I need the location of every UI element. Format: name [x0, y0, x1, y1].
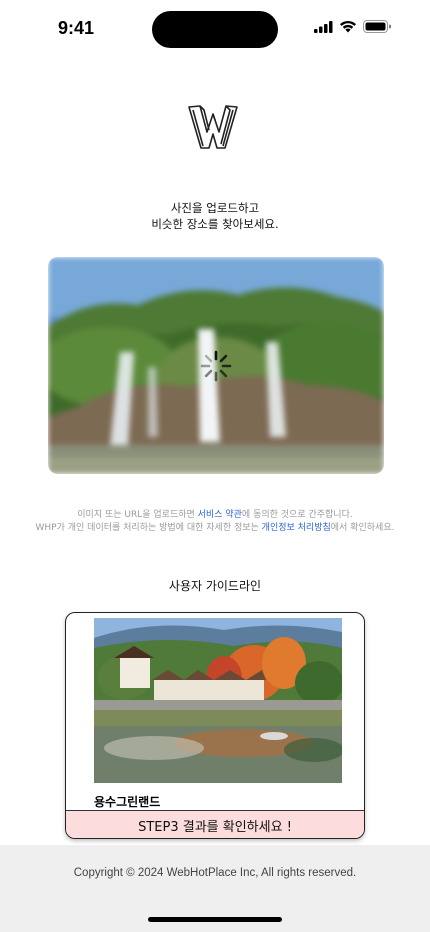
guide-place-name: 용수그린랜드	[94, 795, 161, 809]
status-time: 9:41	[58, 18, 95, 38]
headline: 사진을 업로드하고 비슷한 장소를 찾아보세요.	[0, 200, 430, 232]
terms-of-service-link[interactable]: 서비스 약관	[198, 510, 242, 520]
status-icons	[314, 20, 392, 33]
battery-icon	[363, 20, 391, 33]
disclaimer-text: 에서 확인하세요.	[330, 523, 395, 533]
disclaimer-text: WHP가 개인 데이터를 처리하는 방법에 대한 자세한 정보는	[35, 523, 262, 533]
uploaded-image-preview[interactable]	[48, 257, 384, 474]
disclaimer-text: 이미지 또는 URL을 업로드하면	[77, 510, 198, 520]
cellular-signal-icon	[314, 20, 333, 33]
headline-line-2: 비슷한 장소를 찾아보세요.	[151, 217, 279, 231]
disclaimer-line-2: WHP가 개인 데이터를 처리하는 방법에 대한 자세한 정보는 개인정보 처리…	[0, 522, 430, 535]
disclaimer-line-1: 이미지 또는 URL을 업로드하면 서비스 약관에 동의한 것으로 간주합니다.	[0, 509, 430, 522]
wifi-icon	[340, 20, 356, 33]
whp-logo-icon	[187, 104, 239, 150]
user-guide-title: 사용자 가이드라인	[168, 579, 262, 593]
copyright-text: Copyright © 2024 WebHotPlace Inc, All ri…	[73, 867, 357, 879]
footer: Copyright © 2024 WebHotPlace Inc, All ri…	[0, 845, 430, 932]
check-results-button[interactable]: STEP3 결과를 확인하세요 !	[66, 810, 364, 838]
upload-disclaimer: 이미지 또는 URL을 업로드하면 서비스 약관에 동의한 것으로 간주합니다.…	[0, 509, 430, 535]
dynamic-island	[152, 11, 278, 48]
user-guide-card[interactable]: 용수그린랜드 STEP3 결과를 확인하세요 !	[65, 612, 365, 839]
loading-spinner-icon	[200, 350, 232, 382]
headline-line-1: 사진을 업로드하고	[170, 201, 260, 215]
privacy-policy-link[interactable]: 개인정보 처리방침	[262, 523, 331, 533]
guide-place-photo	[94, 618, 342, 783]
disclaimer-text: 에 동의한 것으로 간주합니다.	[241, 510, 353, 520]
home-indicator[interactable]	[148, 917, 282, 922]
status-bar: 9:41	[0, 0, 430, 54]
